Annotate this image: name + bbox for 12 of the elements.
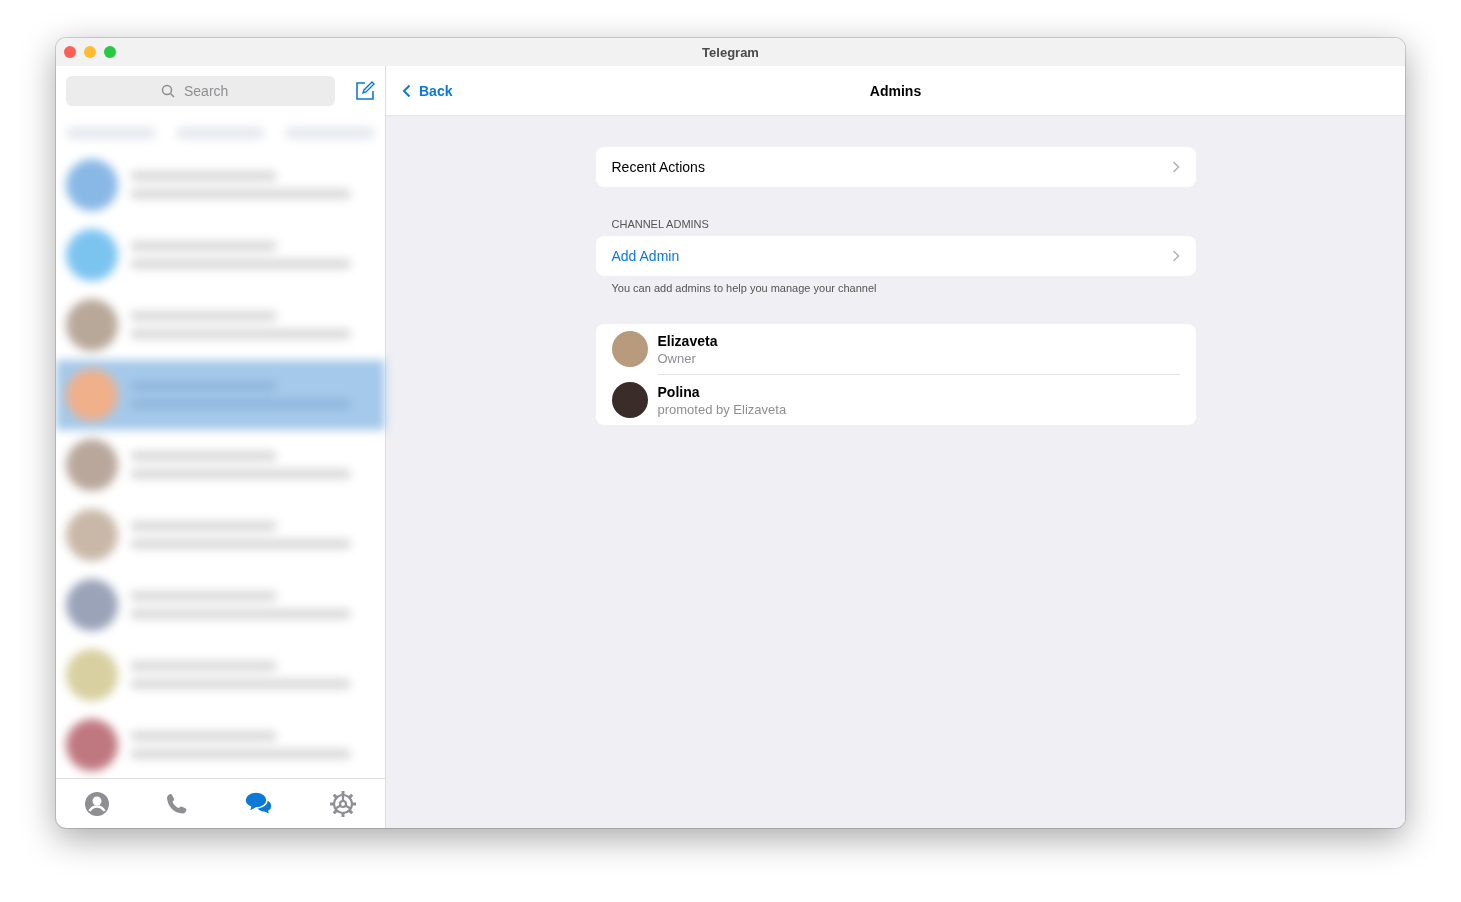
admin-role: Owner <box>657 350 697 366</box>
window-title: Telegram <box>702 44 759 60</box>
admin-role: promoted by Elizaveta <box>657 401 787 417</box>
recent-actions-row[interactable]: Recent Actions <box>595 147 1196 187</box>
add-admin-row[interactable]: Add Admin <box>595 236 1196 276</box>
admin-name[interactable]: Polina <box>657 383 787 400</box>
section-footer: You can add admins to help you manage your channel <box>611 282 1196 294</box>
back-button[interactable]: Back <box>402 82 453 99</box>
search-field[interactable]: Search <box>66 75 335 106</box>
admin-name[interactable]: Elizaveta <box>657 332 718 349</box>
page-title: Admins <box>869 82 922 99</box>
section-header: CHANNEL ADMINS <box>611 218 710 230</box>
